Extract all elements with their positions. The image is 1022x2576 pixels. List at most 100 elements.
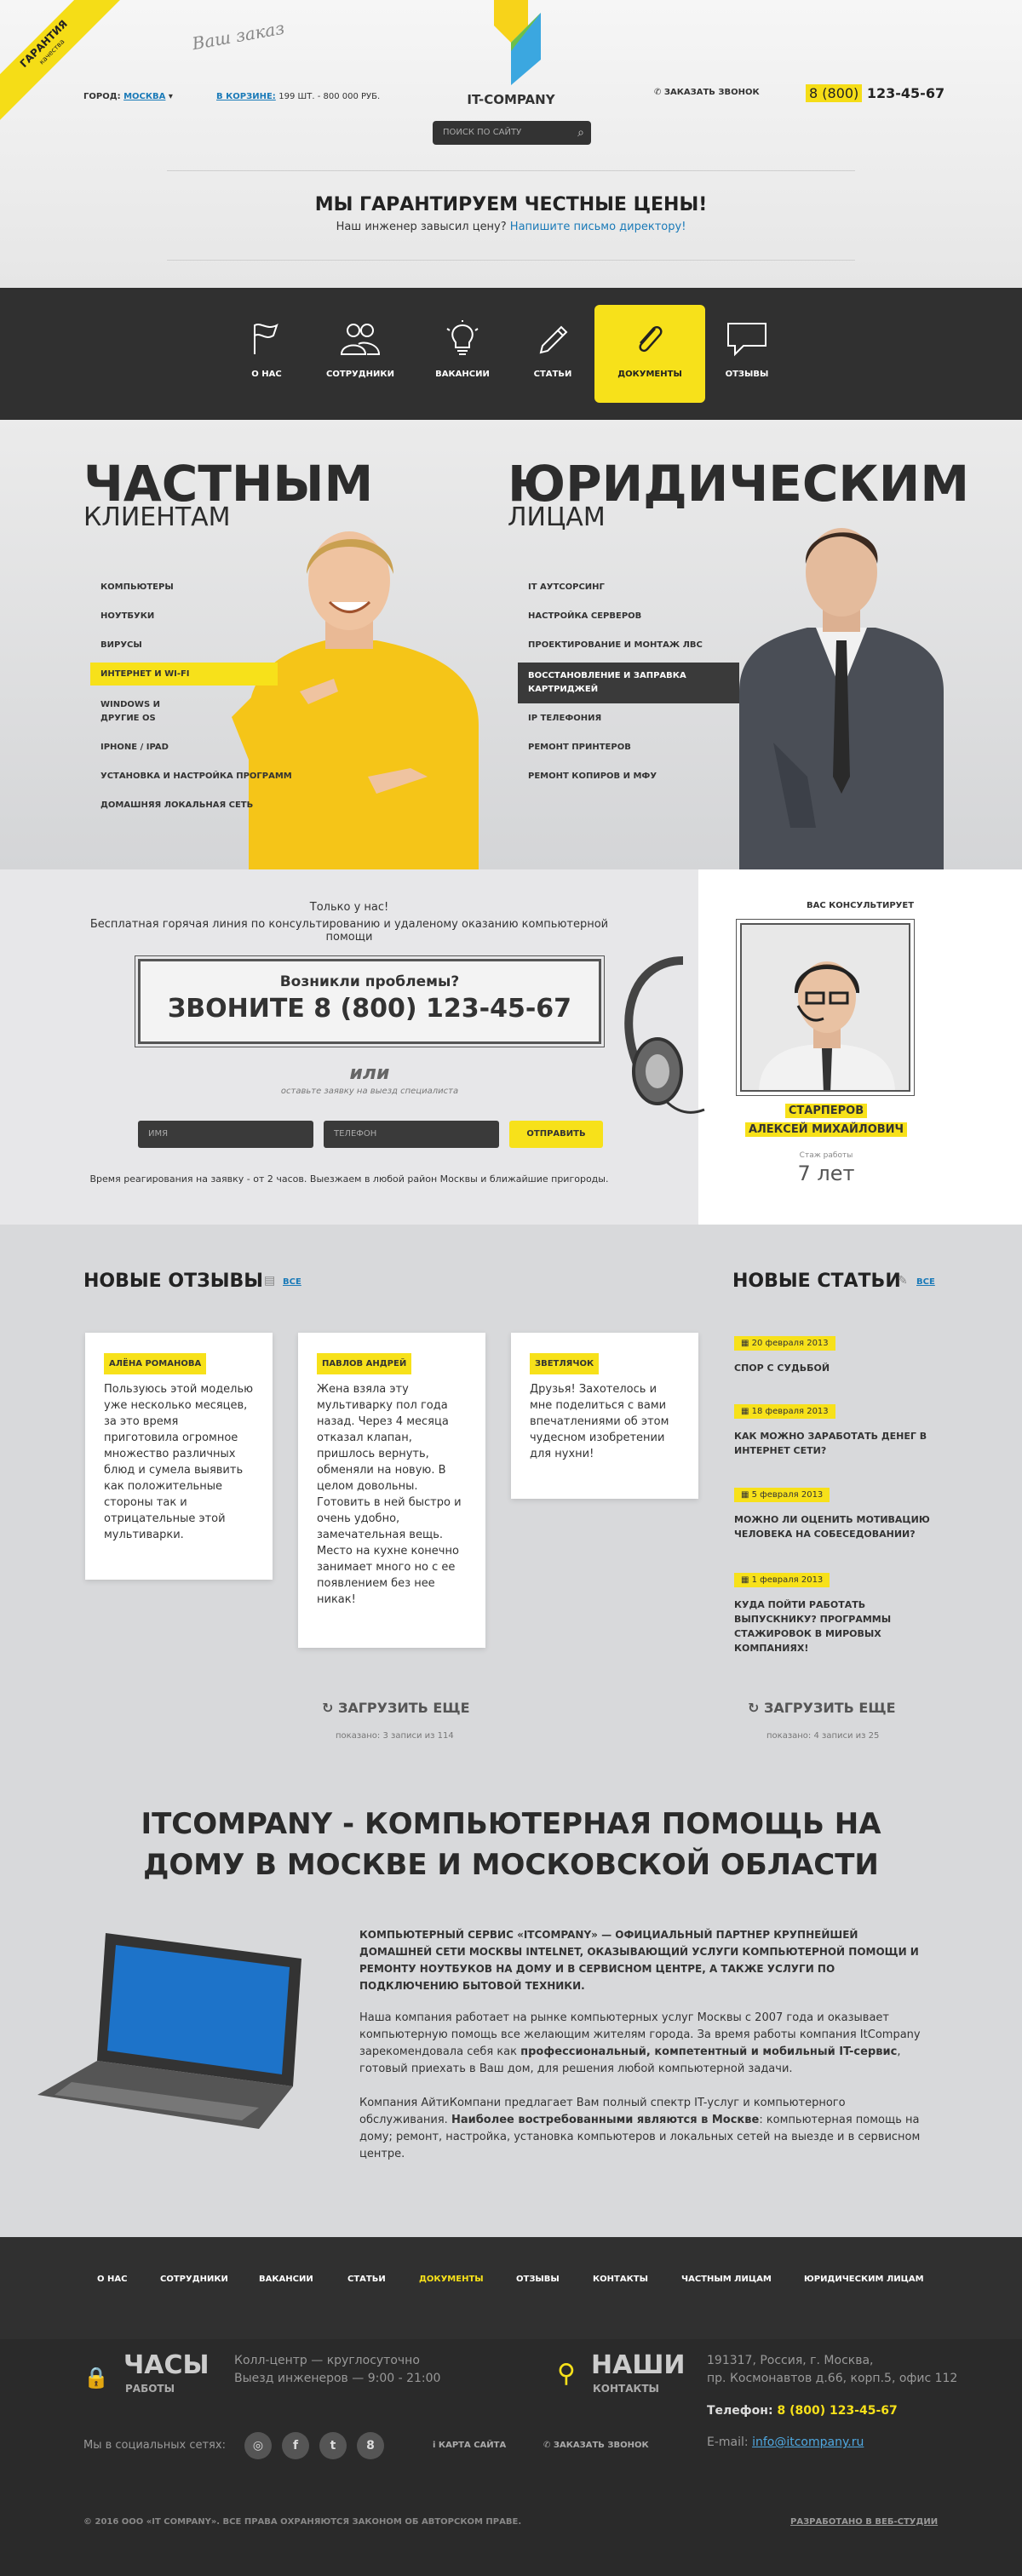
guarantee-block: МЫ ГАРАНТИРУЕМ ЧЕСТНЫЕ ЦЕНЫ! Наш инженер… [0, 194, 1022, 233]
pencil-icon [539, 325, 568, 354]
hotline-box: Возникли проблемы? ЗВОНИТЕ 8 (800) 123-4… [135, 955, 605, 1047]
nav-staff[interactable]: СОТРУДНИКИ [305, 305, 416, 403]
callback-link[interactable]: ✆ ЗАКАЗАТЬ ЗВОНОК [654, 88, 760, 97]
company-logo[interactable]: IT-COMPANY [462, 0, 560, 107]
hours-engineers: Выезд инженеров — 9:00 - 21:00 [234, 2372, 441, 2385]
address-line-1: 191317, Россия, г. Москва, [707, 2354, 874, 2367]
copyright: © 2016 ООО «IT COMPANY». ВСЕ ПРАВА ОХРАН… [83, 2517, 522, 2527]
consult-only: Только у нас! [309, 901, 389, 914]
facebook-icon[interactable]: f [282, 2432, 309, 2459]
service-item[interactable]: РЕМОНТ КОПИРОВ И МФУ [528, 772, 657, 781]
logo-text: IT-COMPANY [467, 92, 555, 107]
footer-callback-link[interactable]: ✆ ЗАКАЗАТЬ ЗВОНОК [543, 2441, 649, 2450]
service-item[interactable]: КОМПЬЮТЕРЫ [100, 582, 174, 592]
service-item[interactable]: IP ТЕЛЕФОНИЯ [528, 714, 601, 723]
sitemap-link[interactable]: i КАРТА САЙТА [433, 2441, 506, 2450]
review-text: Друзья! Захотелось и мне поделиться с ва… [530, 1383, 669, 1460]
footer-nav-item[interactable]: ОТЗЫВЫ [516, 2275, 560, 2284]
nav-articles[interactable]: СТАТЬИ [497, 305, 608, 403]
search-icon[interactable]: ⌕ [577, 121, 584, 145]
info-icon: i [433, 2441, 436, 2450]
location-pin-icon: ⚲ [557, 2359, 576, 2389]
service-item[interactable]: ПРОЕКТИРОВАНИЕ И МОНТАЖ ЛВС [528, 640, 703, 650]
laptop-illustration [37, 1933, 301, 2129]
footer-nav-item[interactable]: ЧАСТНЫМ ЛИЦАМ [681, 2275, 772, 2284]
footer-nav-item[interactable]: О НАС [97, 2275, 127, 2284]
reviews-all-link[interactable]: ВСЕ [283, 1277, 301, 1287]
article-item[interactable]: ▦ 1 февраля 2013 КУДА ПОЙТИ РАБОТАТЬ ВЫПУ… [734, 1569, 930, 1655]
hotline-phone[interactable]: ЗВОНИТЕ 8 (800) 123-45-67 [141, 994, 599, 1024]
service-item[interactable]: WINDOWS И ДРУГИЕ OS [100, 698, 186, 726]
city-selector[interactable]: ГОРОД: МОСКВА ▾ [83, 92, 173, 101]
send-button[interactable]: ОТПРАВИТЬ [509, 1121, 603, 1148]
flag-icon [254, 324, 278, 354]
hours-subtitle: РАБОТЫ [125, 2383, 175, 2395]
article-item[interactable]: ▦ 20 февраля 2013 СПОР С СУДЬБОЙ [734, 1333, 930, 1375]
calendar-icon: ▦ [741, 1575, 749, 1585]
lightbulb-icon [446, 320, 479, 355]
director-letter-link[interactable]: Напишите письмо директору! [510, 221, 686, 233]
review-text: Жена взяла эту мультиварку пол года наза… [317, 1383, 462, 1606]
footer-nav-item-active[interactable]: ДОКУМЕНТЫ [419, 2275, 484, 2284]
or-label: или [349, 1063, 390, 1084]
about-lead: КОМПЬЮТЕРНЫЙ СЕРВИС «ITCOMPANY» — ОФИЦИА… [359, 1929, 919, 1992]
articles-load-more[interactable]: ↻ ЗАГРУЗИТЬ ЕЩЕ [748, 1700, 896, 1716]
developer-link[interactable]: РАЗРАБОТАНО В ВЕБ-СТУДИИ [790, 2517, 938, 2527]
contacts-title: НАШИ [591, 2350, 686, 2380]
consult-line: Бесплатная горячая линия по консультиров… [89, 918, 609, 944]
service-item[interactable]: УСТАНОВКА И НАСТРОЙКА ПРОГРАММ [100, 772, 292, 781]
reviews-load-more[interactable]: ↻ ЗАГРУЗИТЬ ЕЩЕ [322, 1700, 470, 1716]
name-input[interactable]: ИМЯ [138, 1121, 313, 1148]
footer-nav-item[interactable]: СОТРУДНИКИ [160, 2275, 228, 2284]
nav-reviews[interactable]: ОТЗЫВЫ [692, 305, 802, 403]
service-item-active[interactable]: ВОССТАНОВЛЕНИЕ И ЗАПРАВКА КАРТРИДЖЕЙ [518, 663, 739, 703]
service-item[interactable]: НОУТБУКИ [100, 611, 154, 621]
service-item[interactable]: ДОМАШНЯЯ ЛОКАЛЬНАЯ СЕТЬ [100, 800, 253, 810]
service-item[interactable]: IPHONE / IPAD [100, 743, 169, 752]
article-item[interactable]: ▦ 18 февраля 2013 КАК МОЖНО ЗАРАБОТАТЬ ДЕ… [734, 1401, 930, 1458]
twitter-icon[interactable]: t [319, 2432, 347, 2459]
calendar-icon: ▦ [741, 1407, 749, 1416]
articles-count: показано: 4 записи из 25 [766, 1731, 880, 1741]
reviews-count: показано: 3 записи из 114 [336, 1731, 454, 1741]
footer-nav: О НАС СОТРУДНИКИ ВАКАНСИИ СТАТЬИ ДОКУМЕН… [0, 2237, 1022, 2339]
reviews-title: НОВЫЕ ОТЗЫВЫ [83, 1271, 264, 1292]
footer-nav-item[interactable]: СТАТЬИ [347, 2275, 386, 2284]
consultant-photo [736, 919, 915, 1096]
service-item-active[interactable]: ИНТЕРНЕТ И WI-FI [90, 663, 278, 686]
hours-title: ЧАСЫ [123, 2350, 210, 2380]
private-client-photo [232, 531, 479, 870]
review-card: ПАВЛОВ АНДРЕЙ Жена взяла эту мультиварку… [298, 1333, 485, 1648]
service-item[interactable]: РЕМОНТ ПРИНТЕРОВ [528, 743, 631, 752]
articles-all-link[interactable]: ВСЕ [916, 1277, 935, 1287]
footer-phone: Телефон: 8 (800) 123-45-67 [707, 2404, 898, 2418]
main-nav: О НАС СОТРУДНИКИ ВАКАНСИИ СТАТЬИ ДОКУМЕН… [0, 288, 1022, 420]
nav-documents[interactable]: ДОКУМЕНТЫ [594, 305, 705, 403]
review-text: Пользуюсь этой моделью уже несколько мес… [104, 1383, 254, 1541]
article-item[interactable]: ▦ 5 февраля 2013 МОЖНО ЛИ ОЦЕНИТЬ МОТИВАЦ… [734, 1484, 930, 1541]
response-note: Время реагирования на заявку - от 2 часо… [89, 1173, 609, 1185]
vk-icon[interactable]: 8 [357, 2432, 384, 2459]
odnoklassniki-icon[interactable]: ◎ [244, 2432, 272, 2459]
search-input[interactable]: ПОИСК ПО САЙТУ ⌕ [433, 121, 591, 145]
service-item[interactable]: IT АУТСОРСИНГ [528, 582, 605, 592]
contacts-subtitle: КОНТАКТЫ [593, 2383, 659, 2395]
divider [167, 170, 855, 171]
lock-clock-icon: 🔒 [83, 2366, 109, 2390]
phone-input[interactable]: ТЕЛЕФОН [324, 1121, 499, 1148]
header-phone: 8 (800) 123-45-67 [806, 84, 944, 102]
consultant-name: СТАРПЕРОВ АЛЕКСЕЙ МИХАЙЛОВИЧ [741, 1102, 911, 1139]
footer-nav-item[interactable]: КОНТАКТЫ [593, 2275, 648, 2284]
email-link[interactable]: info@itcompany.ru [752, 2435, 864, 2449]
phone-handset-icon: ✆ [654, 88, 662, 97]
calendar-icon: ▦ [741, 1490, 749, 1500]
hotline-question: Возникли проблемы? [279, 973, 460, 990]
cart-summary[interactable]: В КОРЗИНЕ: 199 ШТ. - 800 000 РУБ. [216, 92, 380, 101]
footer-nav-item[interactable]: ВАКАНСИИ [259, 2275, 313, 2284]
paperclip-icon [639, 326, 663, 353]
footer-nav-item[interactable]: ЮРИДИЧЕСКИМ ЛИЦАМ [804, 2275, 924, 2284]
about-title: ITCOMPANY - КОМПЬЮТЕРНАЯ ПОМОЩЬ НА ДОМУ … [141, 1807, 881, 1882]
service-item[interactable]: ВИРУСЫ [100, 640, 142, 650]
service-item[interactable]: НАСТРОЙКА СЕРВЕРОВ [528, 611, 641, 621]
legal-client-photo [739, 528, 944, 870]
